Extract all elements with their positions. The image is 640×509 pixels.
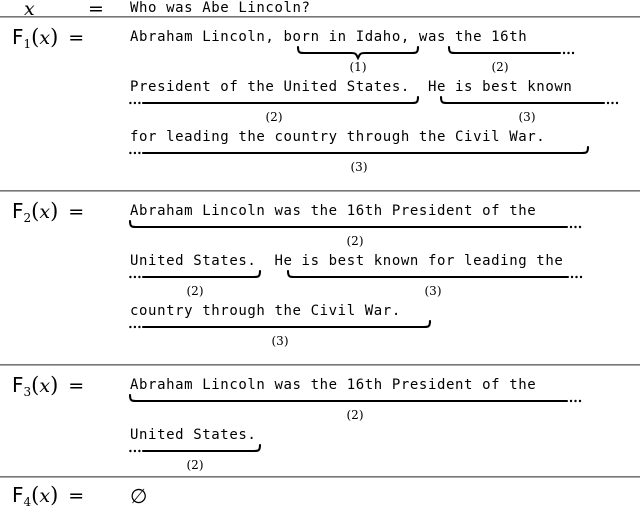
label-F2: F2(x) = [12,199,84,225]
underbrace-F2-2-start [128,219,582,233]
fn-arg-F4: x [39,485,51,507]
F1-line-3: for leading the country through the Civi… [130,129,546,145]
underbrace-3-start-label: (3) [518,110,536,124]
equals-F4: = [68,485,85,507]
fn-letter-F3: F [12,373,24,397]
fn-subscript-F2: 2 [23,211,32,225]
question-variable: x [24,0,35,20]
underbrace-1 [296,45,420,61]
underbrace-F2-3-end [129,319,432,333]
label-F3: F3(x) = [12,373,84,399]
underbrace-F2-2-end [129,269,262,283]
underbrace-3-end-label: (3) [350,160,368,174]
underbrace-F2-3-start-label: (3) [424,284,442,298]
rule-1 [0,16,640,17]
fn-letter-F2: F [12,199,24,223]
fn-arg-F1: x [39,27,51,49]
question-equals: = [88,0,104,20]
rule-4 [0,476,640,477]
underbrace-1-label: (1) [349,60,367,74]
equals-F1: = [68,27,85,49]
label-F4: F4(x) = [12,483,84,509]
F2-line-3: country through the Civil War. [130,303,401,319]
fn-arg-F2: x [39,201,51,223]
fn-letter-F4: F [12,483,24,507]
underbrace-F2-2-end-label: (2) [186,284,204,298]
F3-line-2: United States. [130,427,257,443]
underbrace-F2-3-start [286,269,583,283]
F1-line-2: President of the United States. He is be… [130,79,573,95]
underbrace-2-continue-label: (2) [265,110,283,124]
underbrace-F3-2-end [129,443,262,457]
rule-2 [0,190,640,191]
underbrace-2-continue [129,95,420,109]
F2-line-1: Abraham Lincoln was the 16th President o… [130,203,537,219]
equals-F3: = [68,375,85,397]
empty-set-symbol: ∅ [130,484,148,508]
fn-letter-F1: F [12,25,24,49]
fn-subscript-F4: 4 [23,495,32,509]
F3-line-1: Abraham Lincoln was the 16th President o… [130,377,537,393]
fn-subscript-F1: 1 [23,37,32,51]
underbrace-F3-2-start-label: (2) [346,408,364,422]
underbrace-F3-2-start [128,393,582,407]
fn-arg-F3: x [39,375,51,397]
underbrace-F2-3-end-label: (3) [271,334,289,348]
F1-line-1: Abraham Lincoln, born in Idaho, was the … [130,29,528,45]
F2-line-2: United States. He is best known for lead… [130,253,564,269]
underbrace-3-start [439,95,619,109]
rule-3 [0,364,640,365]
underbrace-2-start-label: (2) [491,60,509,74]
fn-subscript-F3: 3 [23,385,32,399]
underbrace-2-start [447,45,575,59]
underbrace-F2-2-start-label: (2) [346,234,364,248]
equals-F2: = [68,201,85,223]
underbrace-3-end [129,145,590,159]
underbrace-F3-2-end-label: (2) [186,458,204,472]
label-F1: F1(x) = [12,25,84,51]
figure-canvas: x = Who was Abe Lincoln? F1(x) = Abraham … [0,0,640,509]
question-text: Who was Abe Lincoln? [130,0,311,16]
